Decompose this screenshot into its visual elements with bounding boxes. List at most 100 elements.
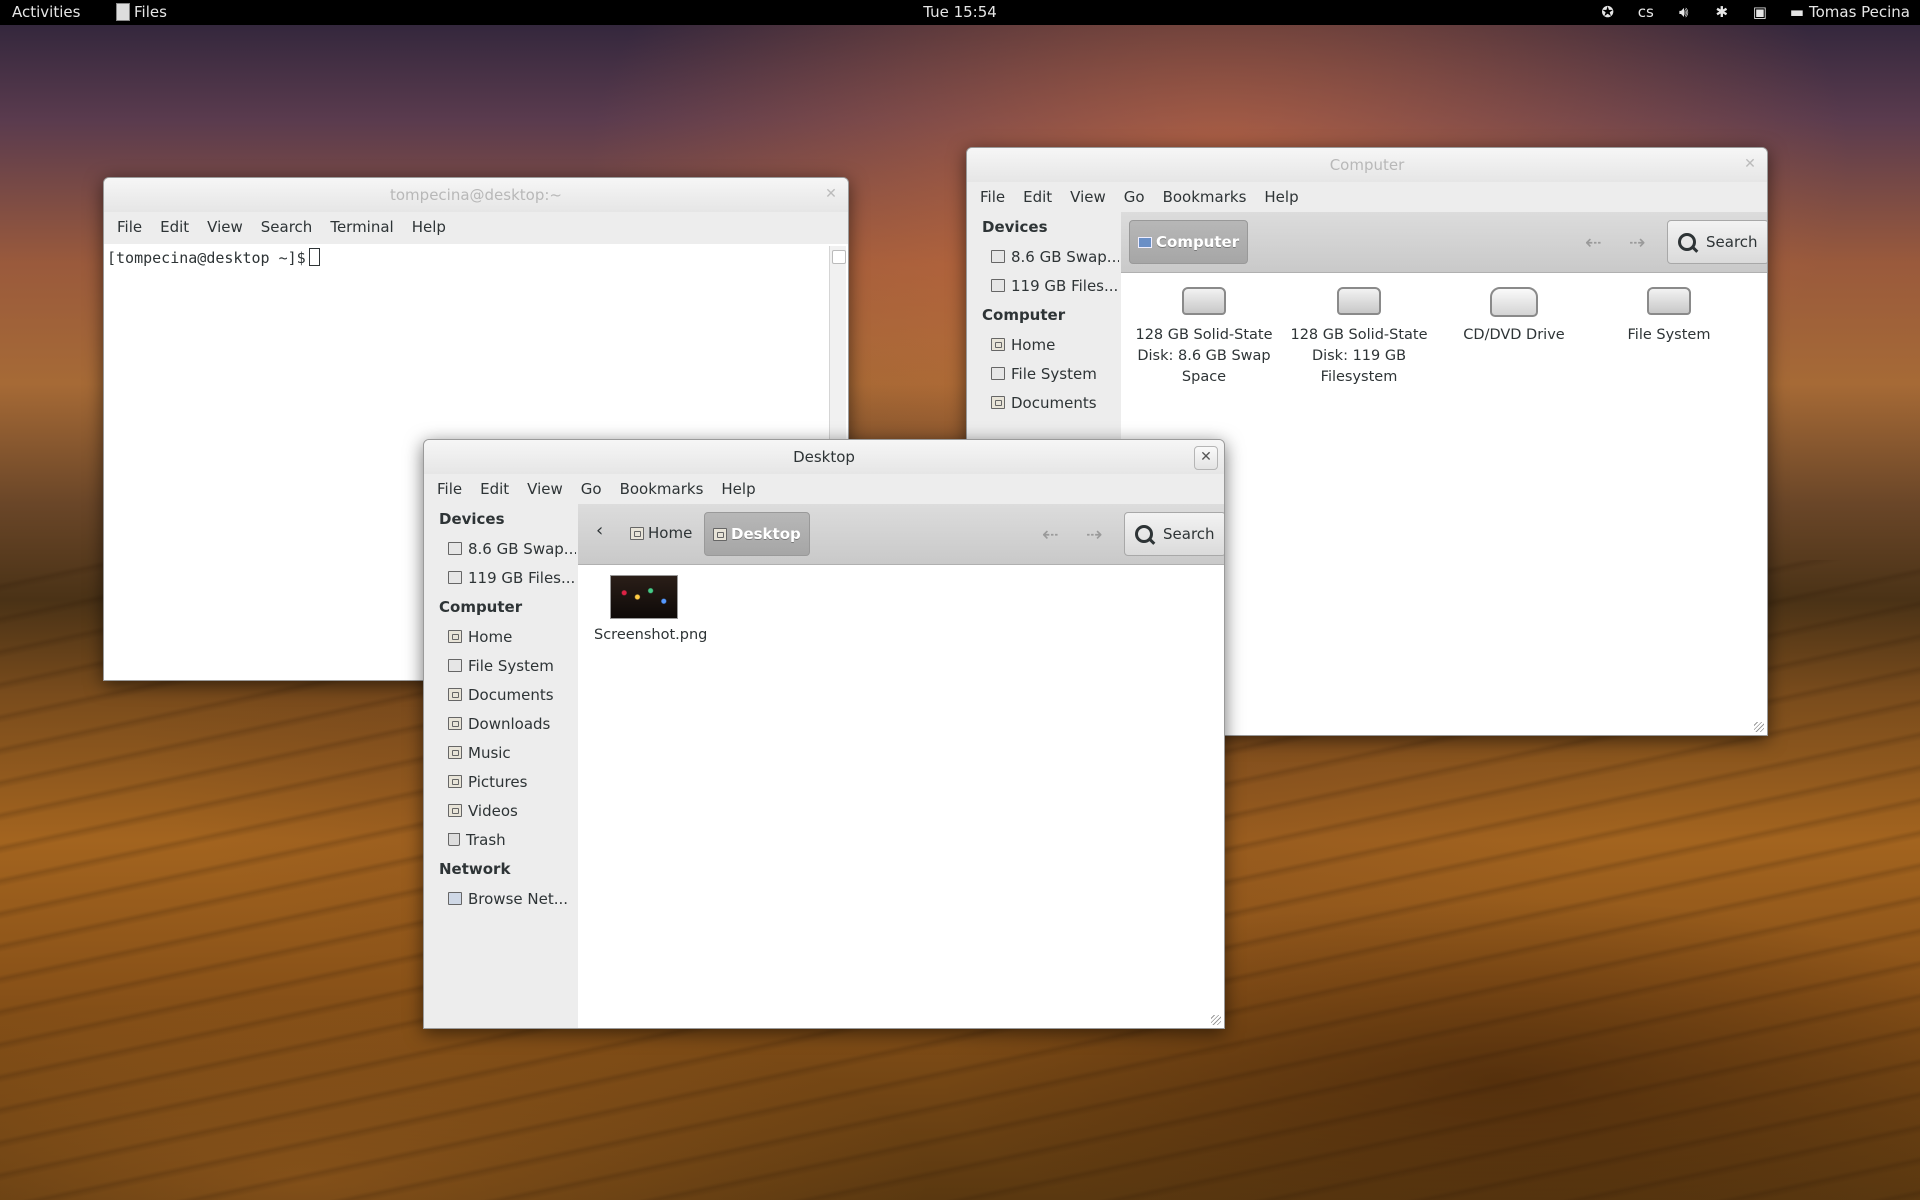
computer-icon [1138,236,1152,248]
menu-view[interactable]: View [198,218,252,236]
sidebar-item-documents[interactable]: Documents [424,680,576,709]
menu-help[interactable]: Help [712,480,764,498]
sidebar-item-pictures[interactable]: Pictures [424,767,576,796]
sidebar-item-documents[interactable]: Documents [967,388,1119,417]
menu-file[interactable]: File [108,218,151,236]
menu-edit[interactable]: Edit [151,218,198,236]
network-icon[interactable]: ▣ [1752,3,1768,21]
drive-item-filesystem[interactable]: 128 GB Solid-State Disk: 119 GB Filesyst… [1286,287,1432,388]
window-title: tompecina@desktop:~ [390,186,562,204]
drive-item-file-system[interactable]: File System [1596,287,1742,346]
close-button[interactable]: ✕ [1194,446,1218,470]
item-label: 128 GB Solid-State Disk: 8.6 GB Swap Spa… [1135,327,1273,385]
crumb-computer[interactable]: Computer [1129,220,1249,264]
desktop-titlebar[interactable]: Desktop ✕ [424,440,1224,474]
crumb-label: Computer [1156,233,1240,251]
menu-terminal[interactable]: Terminal [321,218,402,236]
back-arrow-icon[interactable]: ⇠ [1042,522,1059,546]
resize-grip[interactable] [1754,722,1764,732]
files-app-icon [116,3,130,21]
forward-arrow-icon[interactable]: ⇢ [1629,230,1646,254]
search-button[interactable]: Search [1667,220,1767,264]
home-folder-icon [630,526,644,540]
menu-file[interactable]: File [428,480,471,498]
menu-bookmarks[interactable]: Bookmarks [611,480,713,498]
text-cursor [308,248,320,266]
sidebar-item-videos[interactable]: Videos [424,796,576,825]
sidebar-item-label: Downloads [468,714,551,733]
harddisk-icon [1182,287,1226,315]
search-label: Search [1163,525,1215,543]
app-menu-label: Files [134,3,167,21]
terminal-titlebar[interactable]: tompecina@desktop:~ ✕ [104,178,848,212]
sidebar-item-downloads[interactable]: Downloads [424,709,576,738]
menu-go[interactable]: Go [572,480,611,498]
sidebar-item-swap[interactable]: 8.6 GB Swap... [424,534,576,563]
computer-titlebar[interactable]: Computer ✕ [967,148,1767,182]
crumb-left-arrow-icon[interactable]: ‹ [596,520,603,541]
crumb-desktop[interactable]: Desktop [704,512,810,556]
file-item[interactable]: Screenshot.png [594,575,707,646]
search-button[interactable]: Search [1124,512,1224,556]
folder-icon [448,775,462,788]
activities-button[interactable]: Activities [12,3,80,21]
network-icon [448,892,462,905]
sidebar: Devices 8.6 GB Swap... 119 GB Files... C… [424,504,576,1028]
chat-icon: ▬ [1789,3,1804,21]
folder-icon [448,717,462,730]
sidebar-item-swap[interactable]: 8.6 GB Swap... [967,242,1119,271]
menu-bookmarks[interactable]: Bookmarks [1154,188,1256,206]
clock[interactable]: Tue 15:54 [923,3,997,21]
menu-help[interactable]: Help [403,218,455,236]
user-menu[interactable]: ▬ Tomas Pecina [1790,3,1910,21]
menu-go[interactable]: Go [1115,188,1154,206]
keyboard-layout-indicator[interactable]: cs [1638,3,1654,21]
volume-icon[interactable]: 🔊︎ [1676,3,1692,21]
drive-item-swap[interactable]: 128 GB Solid-State Disk: 8.6 GB Swap Spa… [1131,287,1277,388]
window-title: Desktop [793,448,855,466]
folder-icon [448,804,462,817]
sidebar-item-home[interactable]: Home [424,622,576,651]
drive-icon [991,250,1005,263]
top-bar: Activities Files Tue 15:54 ✪ cs 🔊︎ ✱ ▣ ▬… [0,0,1920,25]
menu-file[interactable]: File [971,188,1014,206]
crumb-home[interactable]: Home [622,512,700,554]
desktop-menubar: File Edit View Go Bookmarks Help [424,474,1224,504]
menu-edit[interactable]: Edit [1014,188,1061,206]
menu-view[interactable]: View [1061,188,1115,206]
close-button[interactable]: ✕ [820,184,842,206]
sidebar-item-browse-network[interactable]: Browse Net... [424,884,576,913]
resize-grip[interactable] [1211,1015,1221,1025]
menu-search[interactable]: Search [252,218,322,236]
menu-edit[interactable]: Edit [471,480,518,498]
sidebar-item-home[interactable]: Home [967,330,1119,359]
bluetooth-icon[interactable]: ✱ [1714,3,1730,21]
app-menu-files[interactable]: Files [116,3,167,21]
sidebar-item-file-system[interactable]: File System [967,359,1119,388]
crumb-label: Desktop [731,525,801,543]
accessibility-icon[interactable]: ✪ [1600,3,1616,21]
drive-item-cd-dvd[interactable]: CD/DVD Drive [1441,287,1587,346]
scrollbar-up-arrow[interactable] [832,250,846,264]
sidebar-header-computer: Computer [982,306,1066,324]
computer-menubar: File Edit View Go Bookmarks Help [967,182,1767,212]
sidebar-item-label: 8.6 GB Swap... [1011,247,1119,266]
home-folder-icon [991,338,1005,351]
sidebar-item-label: Pictures [468,772,528,791]
file-view[interactable]: Screenshot.png [578,565,1224,1028]
sidebar-item-filesystem-device[interactable]: 119 GB Files... [967,271,1119,300]
sidebar-item-music[interactable]: Music [424,738,576,767]
close-button[interactable]: ✕ [1739,154,1761,176]
sidebar-header-devices: Devices [982,218,1048,236]
sidebar-item-label: File System [1011,364,1097,383]
sidebar-header-computer: Computer [439,598,523,616]
forward-arrow-icon[interactable]: ⇢ [1086,522,1103,546]
menu-view[interactable]: View [518,480,572,498]
back-arrow-icon[interactable]: ⇠ [1585,230,1602,254]
window-title: Computer [1329,156,1405,174]
sidebar-item-trash[interactable]: Trash [424,825,576,854]
sidebar-item-filesystem-device[interactable]: 119 GB Files... [424,563,576,592]
menu-help[interactable]: Help [1255,188,1307,206]
sidebar-item-file-system[interactable]: File System [424,651,576,680]
sidebar-item-label: 8.6 GB Swap... [468,539,576,558]
